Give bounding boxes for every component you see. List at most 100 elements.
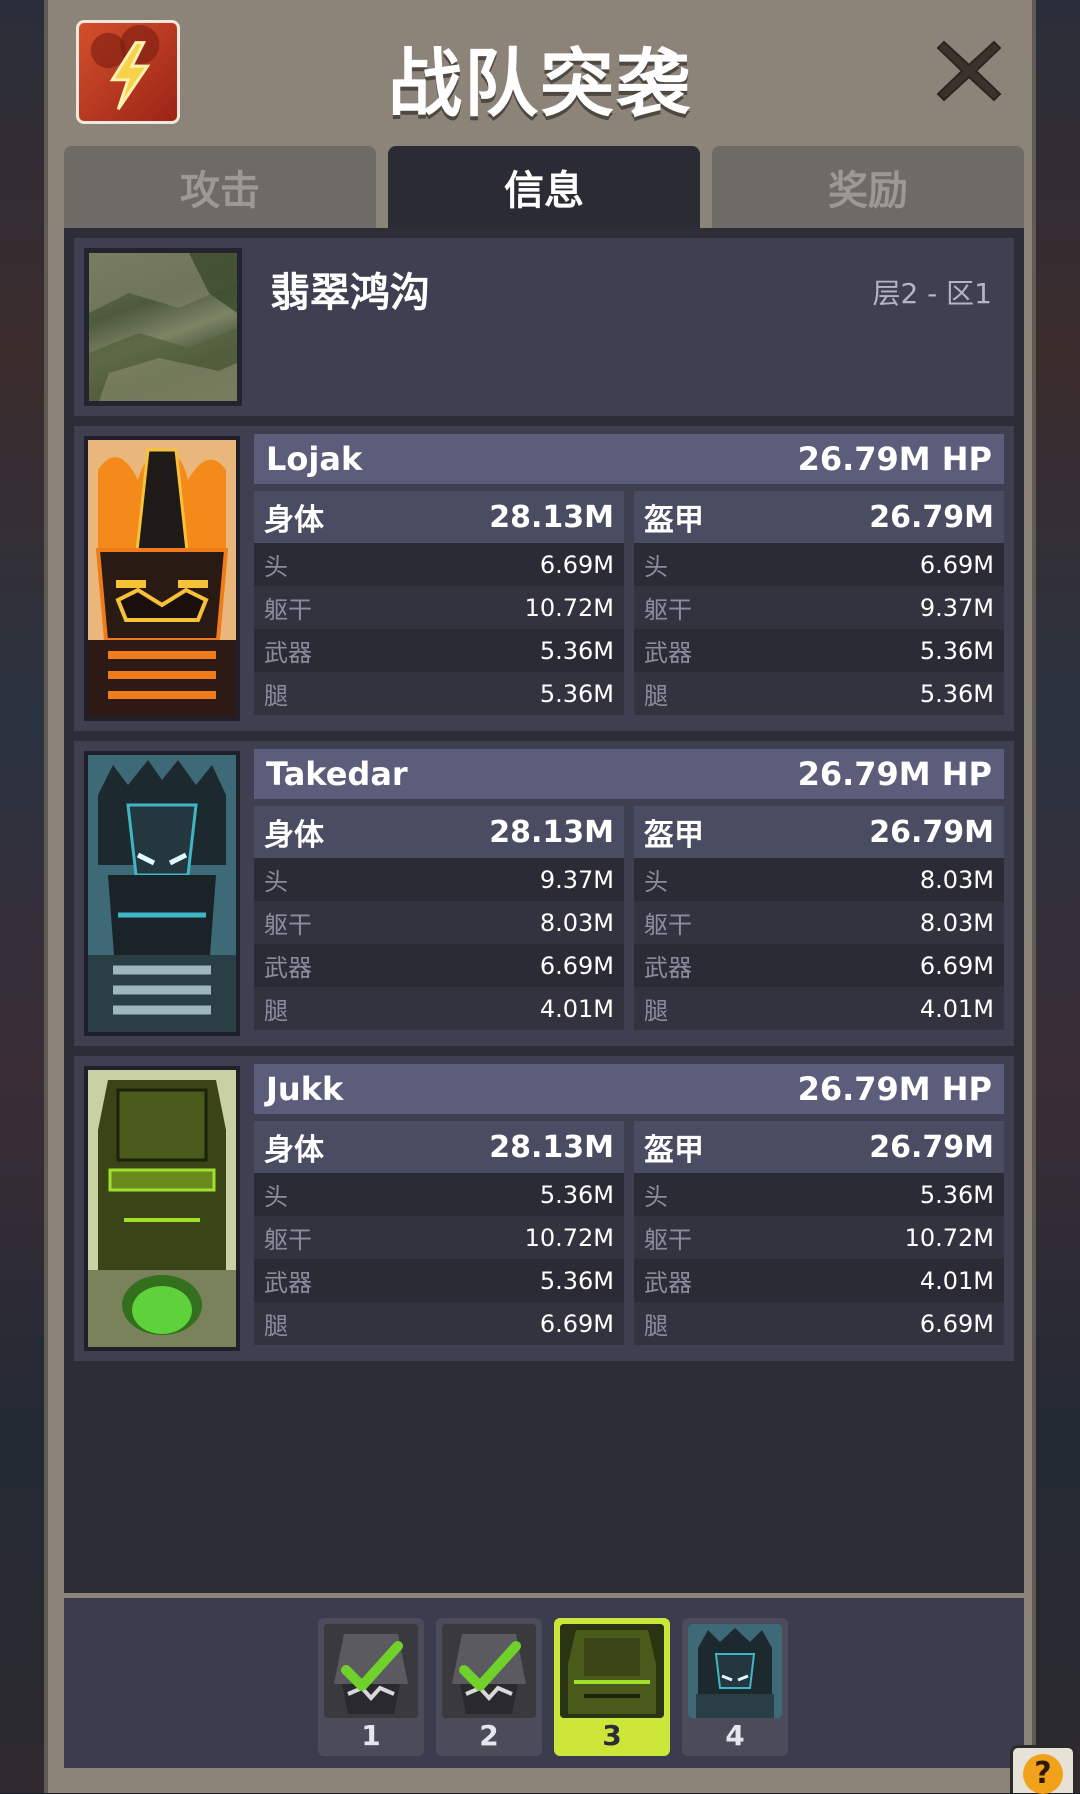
- boss-name: Lojak: [266, 440, 362, 478]
- info-panel: 翡翠鸿沟 层2 - 区1 Lojak 26.79: [64, 228, 1024, 1593]
- stat-label: 武器: [264, 948, 312, 983]
- boss-hp: 26.79M HP: [798, 1070, 992, 1108]
- stat-label: 躯干: [264, 1220, 312, 1255]
- stat-label: 腿: [644, 1306, 668, 1341]
- stat-value: 5.36M: [540, 1181, 614, 1209]
- help-button[interactable]: ?: [1010, 1745, 1076, 1793]
- stat-label: 盔甲: [644, 1125, 704, 1169]
- background-right: [1034, 0, 1080, 1793]
- boss-card-takedar: Takedar 26.79M HP 身体28.13M 头9.37M 躯干8.03…: [74, 741, 1014, 1046]
- stat-value: 5.36M: [920, 1181, 994, 1209]
- close-icon: [932, 34, 1006, 108]
- body-stats: 身体28.13M 头9.37M 躯干8.03M 武器6.69M 腿4.01M: [254, 806, 624, 1030]
- stat-row-head: 头 8.03M: [634, 858, 1004, 901]
- stat-row-legs: 腿 4.01M: [254, 987, 624, 1030]
- stat-row-torso: 躯干 10.72M: [634, 1216, 1004, 1259]
- stat-row-weapon: 武器4.01M: [634, 1259, 1004, 1302]
- boss-name-bar: Lojak 26.79M HP: [254, 434, 1004, 484]
- stat-row-head: 头 5.36M: [254, 1173, 624, 1216]
- tab-label: 奖励: [828, 158, 908, 216]
- stage-number: 2: [436, 1719, 542, 1752]
- stat-label: 头: [644, 862, 668, 897]
- stage-slot-2[interactable]: 2: [436, 1618, 542, 1756]
- stat-value: 5.36M: [540, 680, 614, 708]
- stat-value: 6.69M: [920, 1310, 994, 1338]
- raid-info-modal: 战队突袭 攻击 信息 奖励 翡翠鸿沟 层2 - 区1: [44, 0, 1036, 1793]
- stat-label: 身体: [264, 495, 324, 539]
- stat-row-legs: 腿4.01M: [634, 987, 1004, 1030]
- stat-value: 10.72M: [525, 594, 614, 622]
- stat-label: 腿: [264, 676, 288, 711]
- zone-location: 层2 - 区1: [872, 272, 992, 312]
- close-button[interactable]: [932, 34, 1006, 108]
- stat-label: 躯干: [644, 590, 692, 625]
- stat-label: 身体: [264, 1125, 324, 1169]
- boss-thumb: [560, 1624, 664, 1718]
- stat-value: 4.01M: [540, 995, 614, 1023]
- stage-slot-4[interactable]: 4: [682, 1618, 788, 1756]
- stat-label: 躯干: [264, 905, 312, 940]
- stat-value: 8.03M: [540, 909, 614, 937]
- stat-label: 头: [264, 1177, 288, 1212]
- stat-value: 5.36M: [540, 1267, 614, 1295]
- stat-value: 4.01M: [920, 995, 994, 1023]
- armor-total-row: 盔甲26.79M: [634, 1121, 1004, 1173]
- stat-row-head: 头 5.36M: [634, 1173, 1004, 1216]
- background-left: [0, 0, 50, 1793]
- boss-hp: 26.79M HP: [798, 440, 992, 478]
- boss-portrait-lojak: [84, 436, 240, 721]
- boss-hp: 26.79M HP: [798, 755, 992, 793]
- stat-row-weapon: 武器 5.36M: [634, 629, 1004, 672]
- stat-label: 躯干: [264, 590, 312, 625]
- stat-row-weapon: 武器 6.69M: [254, 944, 624, 987]
- stat-label: 盔甲: [644, 810, 704, 854]
- armor-stats: 盔甲26.79M 头 5.36M 躯干 10.72M 武器4.01M 腿 6.69M: [634, 1121, 1004, 1345]
- boss-thumb: [442, 1624, 536, 1718]
- stat-value: 26.79M: [869, 815, 994, 850]
- stat-value: 6.69M: [920, 551, 994, 579]
- stat-label: 武器: [264, 633, 312, 668]
- stat-label: 武器: [644, 633, 692, 668]
- stage-slot-1[interactable]: 1: [318, 1618, 424, 1756]
- body-total-row: 身体28.13M: [254, 806, 624, 858]
- question-icon: ?: [1023, 1754, 1063, 1794]
- zone-card: 翡翠鸿沟 层2 - 区1: [74, 238, 1014, 416]
- stat-label: 躯干: [644, 905, 692, 940]
- stage-number: 1: [318, 1719, 424, 1752]
- stat-row-head: 头6.69M: [634, 543, 1004, 586]
- stat-row-torso: 躯干10.72M: [254, 1216, 624, 1259]
- boss-name-bar: Takedar 26.79M HP: [254, 749, 1004, 799]
- boss-name: Takedar: [266, 755, 408, 793]
- tab-info[interactable]: 信息: [388, 146, 700, 228]
- stat-row-weapon: 武器5.36M: [254, 629, 624, 672]
- armor-stats: 盔甲26.79M 头6.69M 躯干9.37M 武器5.36M 腿5.36M: [634, 491, 1004, 715]
- stat-row-legs: 腿 5.36M: [254, 672, 624, 715]
- stat-label: 腿: [264, 991, 288, 1026]
- tab-rewards[interactable]: 奖励: [712, 146, 1024, 228]
- stage-selector: 1 2: [64, 1598, 1024, 1768]
- stat-value: 6.69M: [540, 952, 614, 980]
- stat-label: 头: [644, 1177, 668, 1212]
- stat-value: 6.69M: [540, 551, 614, 579]
- zone-name: 翡翠鸿沟: [270, 260, 430, 318]
- stat-label: 武器: [644, 948, 692, 983]
- tab-attack[interactable]: 攻击: [64, 146, 376, 228]
- stat-value: 10.72M: [905, 1224, 994, 1252]
- stat-row-torso: 躯干 8.03M: [254, 901, 624, 944]
- stat-value: 26.79M: [869, 500, 994, 535]
- stat-value: 5.36M: [920, 637, 994, 665]
- stage-slot-3[interactable]: 3: [554, 1618, 670, 1756]
- armor-total-row: 盔甲 26.79M: [634, 806, 1004, 858]
- stat-label: 躯干: [644, 1220, 692, 1255]
- armor-total-row: 盔甲26.79M: [634, 491, 1004, 543]
- stat-row-weapon: 武器6.69M: [634, 944, 1004, 987]
- stat-row-weapon: 武器5.36M: [254, 1259, 624, 1302]
- stat-value: 4.01M: [920, 1267, 994, 1295]
- stat-value: 8.03M: [920, 909, 994, 937]
- stat-label: 身体: [264, 810, 324, 854]
- stage-number: 3: [554, 1719, 670, 1752]
- stat-value: 8.03M: [920, 866, 994, 894]
- tab-label: 信息: [504, 158, 584, 216]
- boss-portrait-takedar: [84, 751, 240, 1036]
- boss-thumb: [324, 1624, 418, 1718]
